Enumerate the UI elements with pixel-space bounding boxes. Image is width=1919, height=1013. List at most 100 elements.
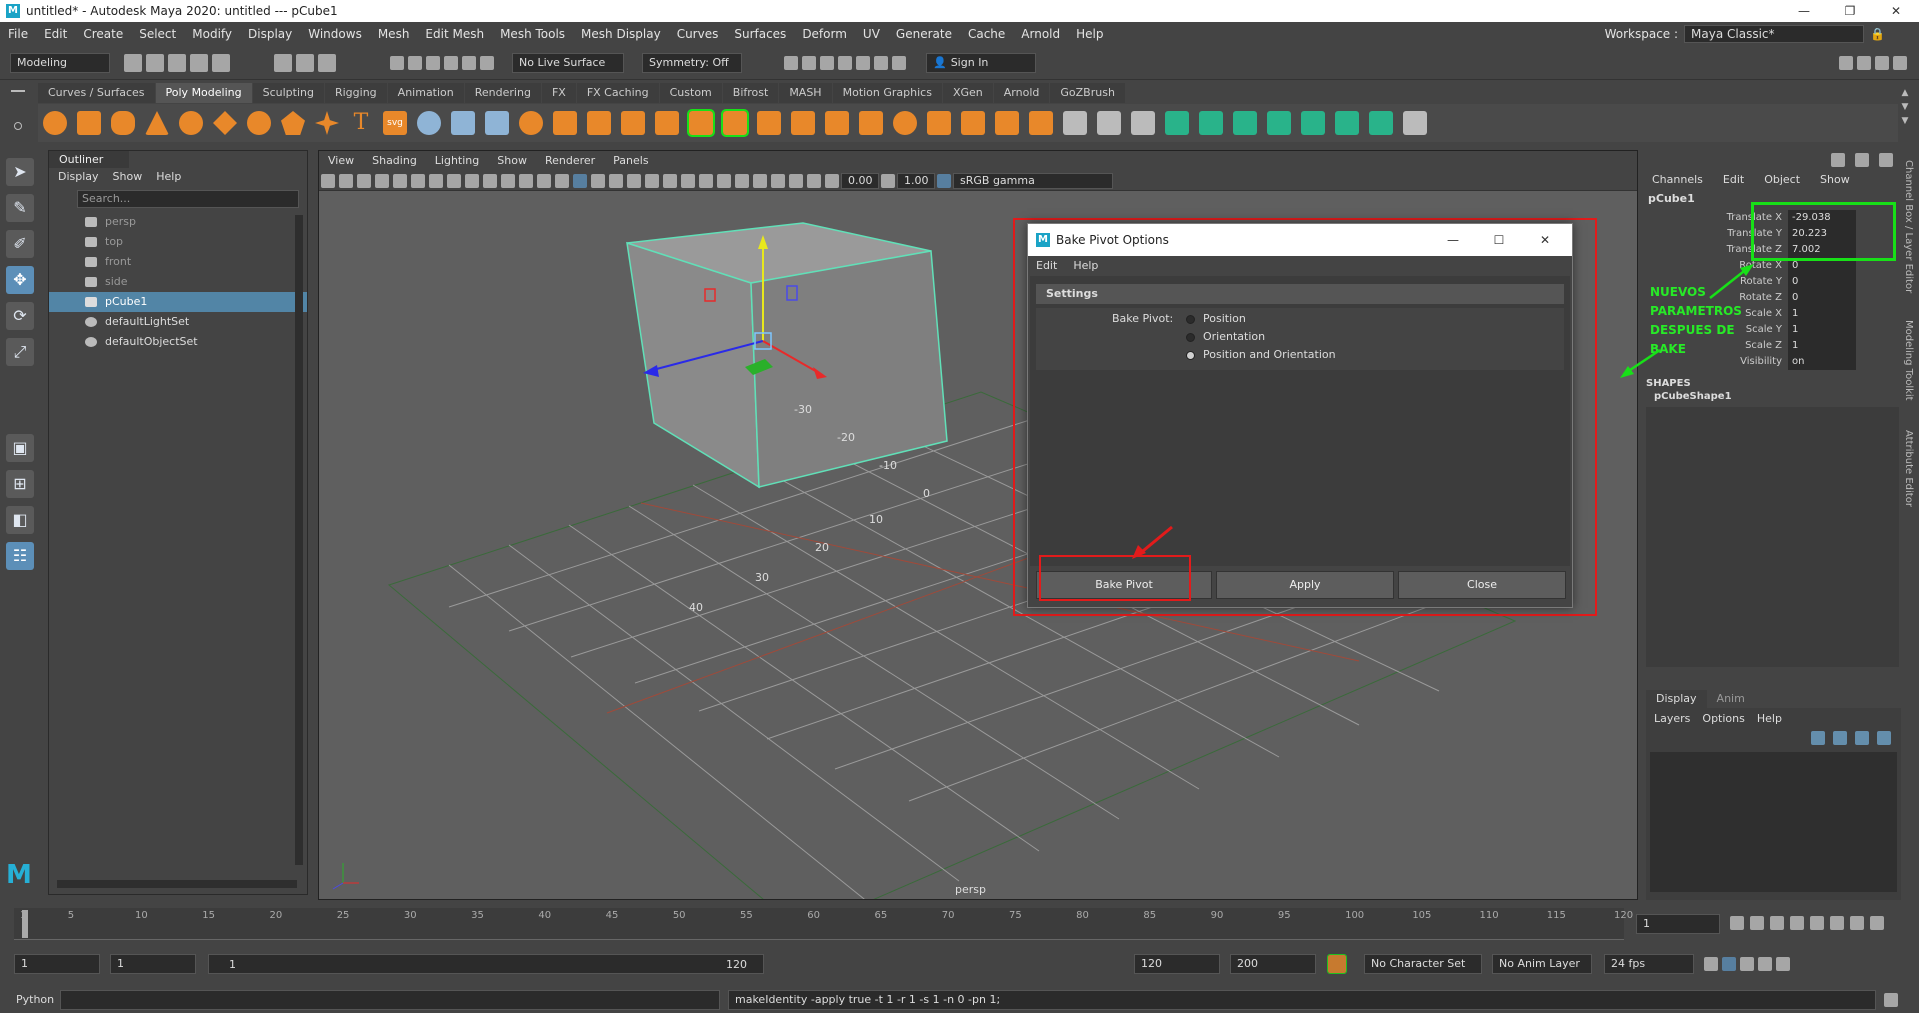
- edge-loop-icon[interactable]: [1063, 111, 1087, 135]
- modeling-toolkit-toggle-icon[interactable]: [1839, 55, 1853, 70]
- depth-of-field-icon[interactable]: [735, 173, 749, 188]
- outliner-menu-help[interactable]: Help: [149, 168, 188, 186]
- menu-modify[interactable]: Modify: [184, 22, 240, 46]
- move-tool-icon[interactable]: ✥: [6, 266, 34, 294]
- radio-position[interactable]: Position: [1186, 310, 1336, 328]
- use-all-lights-icon[interactable]: [645, 173, 659, 188]
- insert-loop-icon[interactable]: [1097, 111, 1121, 135]
- channel-box-icon[interactable]: [1831, 153, 1845, 167]
- attribute-editor-icon[interactable]: [1855, 153, 1869, 167]
- menu-file[interactable]: File: [0, 22, 36, 46]
- step-forward-key-icon[interactable]: [1850, 916, 1864, 930]
- snap-curve-icon[interactable]: [408, 55, 422, 70]
- outliner-item-top[interactable]: top: [49, 232, 307, 252]
- separate-icon[interactable]: [553, 111, 577, 135]
- offset-loop-icon[interactable]: [1131, 111, 1155, 135]
- bevel-icon[interactable]: [825, 111, 849, 135]
- arnold-render-icon[interactable]: [874, 55, 888, 70]
- cache-playback-icon[interactable]: [1722, 957, 1736, 971]
- outliner-item-pcube1[interactable]: pCube1: [49, 292, 307, 312]
- select-hierarchy-icon[interactable]: [274, 53, 292, 72]
- go-to-start-icon[interactable]: [1730, 916, 1744, 930]
- radio-orientation[interactable]: Orientation: [1186, 328, 1336, 346]
- smooth-shade-icon[interactable]: [573, 173, 587, 188]
- gamma-icon[interactable]: [881, 173, 895, 188]
- shelf-scroll-arrows[interactable]: ▲ ▼ ▼: [1898, 86, 1912, 142]
- textured-icon[interactable]: [627, 173, 641, 188]
- menu-curves[interactable]: Curves: [669, 22, 727, 46]
- menu-deform[interactable]: Deform: [794, 22, 855, 46]
- single-perspective-layout-icon[interactable]: ▣: [6, 434, 34, 462]
- fps-dropdown[interactable]: 24 fps: [1604, 954, 1694, 974]
- uv-layout-icon[interactable]: [1335, 111, 1359, 135]
- layer-tab-display[interactable]: Display: [1646, 690, 1707, 708]
- layer-help-menu[interactable]: Help: [1749, 712, 1790, 725]
- exposure-field[interactable]: 0.00: [841, 172, 879, 189]
- outliner-search-input[interactable]: Search...: [77, 190, 299, 208]
- isolate-select-icon[interactable]: [753, 173, 767, 188]
- play-backwards-icon[interactable]: [1790, 916, 1804, 930]
- sound-icon[interactable]: [1740, 957, 1754, 971]
- lock-icon[interactable]: 🔒: [1870, 27, 1885, 41]
- dialog-maximize-button[interactable]: ☐: [1476, 233, 1522, 247]
- render-view-icon[interactable]: [784, 55, 798, 70]
- dialog-menu-edit[interactable]: Edit: [1028, 256, 1065, 276]
- menu-mesh-tools[interactable]: Mesh Tools: [492, 22, 573, 46]
- uv-cut-icon[interactable]: [1369, 111, 1393, 135]
- sign-in-button[interactable]: 👤 Sign In: [926, 52, 1036, 73]
- channel-value[interactable]: on: [1788, 354, 1856, 370]
- film-gate-icon[interactable]: [447, 173, 461, 188]
- select-component-icon[interactable]: [318, 53, 336, 72]
- outliner-item-persp[interactable]: persp: [49, 212, 307, 232]
- multicut-icon[interactable]: [655, 111, 679, 135]
- scale-tool-icon[interactable]: ⤢: [6, 338, 34, 366]
- menu-uv[interactable]: UV: [855, 22, 888, 46]
- channel-value[interactable]: 1: [1788, 306, 1856, 322]
- animation-start-field[interactable]: 1: [14, 954, 100, 974]
- ipr-render-icon[interactable]: [820, 55, 834, 70]
- menu-create[interactable]: Create: [75, 22, 131, 46]
- radio-position-and-orientation[interactable]: Position and Orientation: [1186, 346, 1336, 364]
- layer-list[interactable]: [1650, 752, 1897, 892]
- undo-icon[interactable]: [190, 53, 208, 72]
- wireframe-on-shaded-icon[interactable]: [609, 173, 623, 188]
- script-editor-icon[interactable]: [1884, 992, 1898, 1007]
- group-icon[interactable]: [485, 111, 509, 135]
- command-language-label[interactable]: Python: [0, 993, 60, 1006]
- step-forward-frame-icon[interactable]: [1830, 916, 1844, 930]
- settings-section-header[interactable]: Settings: [1036, 284, 1564, 304]
- viewport-menu-show[interactable]: Show: [488, 151, 536, 171]
- shelf-tab-fx[interactable]: FX: [541, 83, 576, 103]
- loop-icon[interactable]: [1704, 957, 1718, 971]
- layers-menu[interactable]: Layers: [1646, 712, 1698, 725]
- layer-options-menu[interactable]: Options: [1698, 712, 1748, 725]
- move-layer-down-icon[interactable]: [1833, 731, 1847, 745]
- layer-tab-anim[interactable]: Anim: [1707, 690, 1755, 708]
- tool-settings-icon[interactable]: [1879, 153, 1893, 167]
- outliner-layout-icon[interactable]: ☷: [6, 542, 34, 570]
- shelf-tab-arnold[interactable]: Arnold: [993, 83, 1050, 103]
- command-input[interactable]: [60, 989, 720, 1010]
- outliner-horizontal-scrollbar[interactable]: [57, 880, 297, 888]
- prefs-icon[interactable]: [1758, 957, 1772, 971]
- close-window-button[interactable]: ✕: [1873, 4, 1919, 18]
- poly-torus-icon[interactable]: [179, 111, 203, 135]
- lasso-tool-icon[interactable]: ✎: [6, 194, 34, 222]
- dialog-minimize-button[interactable]: —: [1430, 233, 1476, 247]
- shape-node-name[interactable]: pCubeShape1: [1640, 389, 1905, 405]
- new-empty-layer-icon[interactable]: [1855, 731, 1869, 745]
- uv-unfold-icon[interactable]: [1301, 111, 1325, 135]
- minimize-button[interactable]: —: [1781, 4, 1827, 18]
- shelf-tab-animation[interactable]: Animation: [387, 83, 464, 103]
- animation-end-field[interactable]: 200: [1230, 954, 1316, 974]
- merge-icon[interactable]: [927, 111, 951, 135]
- poly-cone-icon[interactable]: [145, 111, 169, 135]
- dialog-close-x-button[interactable]: ✕: [1522, 233, 1568, 247]
- channel-show-menu[interactable]: Show: [1810, 170, 1860, 190]
- go-to-end-icon[interactable]: [1870, 916, 1884, 930]
- outliner-vertical-scrollbar[interactable]: [295, 215, 303, 865]
- menu-edit-mesh[interactable]: Edit Mesh: [417, 22, 492, 46]
- append-icon[interactable]: [859, 111, 883, 135]
- color-management-icon[interactable]: [937, 173, 951, 188]
- viewport-menu-lighting[interactable]: Lighting: [426, 151, 488, 171]
